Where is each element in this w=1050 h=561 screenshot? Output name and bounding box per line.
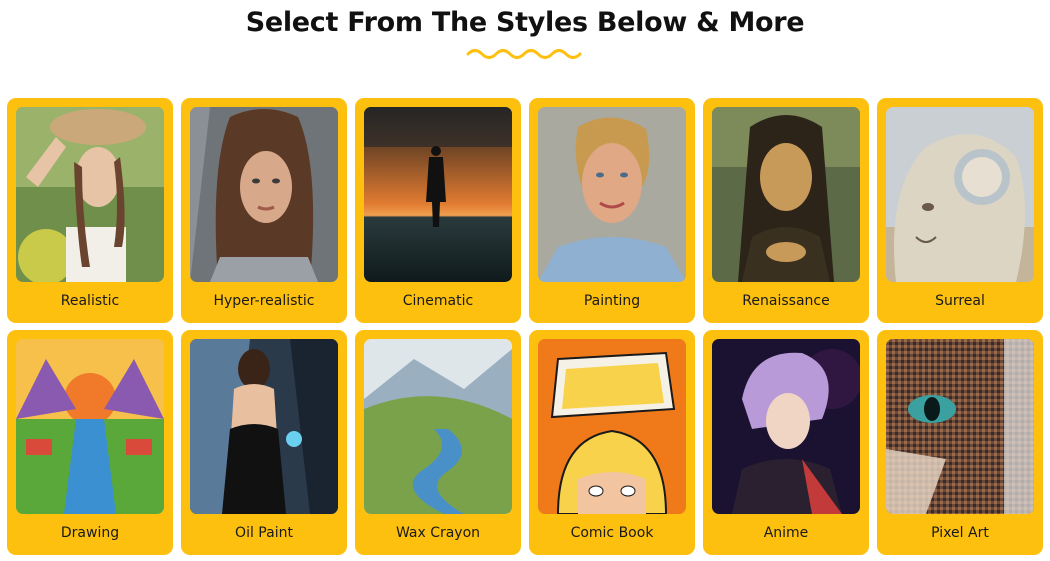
style-card-painting[interactable]: Painting: [529, 98, 695, 323]
style-label-renaissance: Renaissance: [742, 293, 830, 309]
style-card-anime[interactable]: Anime: [703, 330, 869, 555]
hyper-realistic-image: [190, 107, 338, 282]
style-card-oil-paint[interactable]: Oil Paint: [181, 330, 347, 555]
style-label-pixel-art: Pixel Art: [931, 525, 989, 541]
style-label-surreal: Surreal: [935, 293, 985, 309]
style-label-comic-book: Comic Book: [570, 525, 654, 541]
wax-crayon-image: [364, 339, 512, 514]
style-card-hyper-realistic[interactable]: Hyper-realistic: [181, 98, 347, 323]
style-card-surreal[interactable]: Surreal: [877, 98, 1043, 323]
style-label-drawing: Drawing: [60, 525, 120, 541]
comic-book-image: [538, 339, 686, 514]
style-card-renaissance[interactable]: Renaissance: [703, 98, 869, 323]
style-label-wax-crayon: Wax Crayon: [395, 525, 481, 541]
style-label-hyper-realistic: Hyper-realistic: [213, 293, 315, 309]
surreal-image: [886, 107, 1034, 282]
drawing-image: [16, 339, 164, 514]
pixel-art-image: [886, 339, 1034, 514]
squiggle-divider-icon: [466, 49, 582, 59]
style-card-drawing[interactable]: Drawing: [7, 330, 173, 555]
style-label-cinematic: Cinematic: [402, 293, 474, 309]
style-card-pixel-art[interactable]: Pixel Art: [877, 330, 1043, 555]
style-label-realistic: Realistic: [60, 293, 120, 309]
cinematic-image: [364, 107, 512, 282]
oil-paint-image: [190, 339, 338, 514]
style-label-oil-paint: Oil Paint: [235, 525, 293, 541]
style-label-anime: Anime: [763, 525, 809, 541]
realistic-image: [16, 107, 164, 282]
style-card-realistic[interactable]: Realistic: [7, 98, 173, 323]
style-card-comic-book[interactable]: Comic Book: [529, 330, 695, 555]
anime-image: [712, 339, 860, 514]
renaissance-image: [712, 107, 860, 282]
style-label-painting: Painting: [583, 293, 641, 309]
page-title: Select From The Styles Below & More: [245, 7, 805, 38]
style-grid: Realistic Hyper-realistic Cinematic Pain…: [7, 98, 1044, 555]
style-card-cinematic[interactable]: Cinematic: [355, 98, 521, 323]
style-card-wax-crayon[interactable]: Wax Crayon: [355, 330, 521, 555]
painting-image: [538, 107, 686, 282]
